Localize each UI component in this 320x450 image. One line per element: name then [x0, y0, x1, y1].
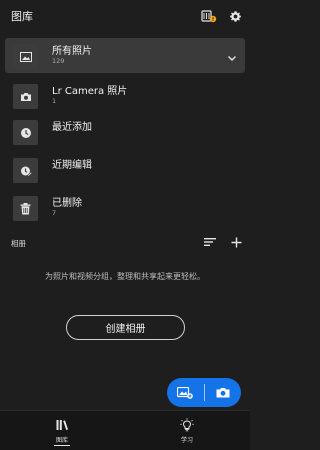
album-all-photos[interactable]: 所有照片 129: [5, 38, 245, 73]
gear-icon[interactable]: [226, 7, 244, 25]
trash-icon: [13, 196, 38, 221]
album-label: 近期编辑: [52, 160, 92, 171]
floating-action-button: [167, 378, 241, 407]
page-title: 图库: [11, 10, 33, 23]
nav-item-learn[interactable]: 学习: [157, 411, 217, 450]
album-count: 1: [52, 97, 57, 105]
album-label: 已删除: [52, 198, 82, 209]
empty-state-text: 为照片和视频分组，整理和共享起来更轻松。: [45, 272, 205, 281]
edit-icon: [13, 158, 38, 183]
album-recently-added[interactable]: 最近添加: [5, 114, 245, 149]
photo-icon: [13, 44, 38, 69]
album-count: 129: [52, 57, 65, 65]
bottom-nav: 图库 学习: [0, 410, 250, 450]
album-label: 所有照片: [52, 46, 92, 57]
create-album-button[interactable]: 创建相册: [66, 315, 185, 340]
camera-icon[interactable]: [205, 378, 241, 407]
top-bar: 图库: [0, 0, 250, 32]
active-tab-indicator: [54, 444, 70, 446]
album-lr-camera[interactable]: Lr Camera 照片 1: [5, 78, 245, 113]
nav-label: 学习: [180, 437, 193, 444]
nav-label: 图库: [55, 437, 68, 444]
chevron-down-icon[interactable]: [226, 49, 238, 61]
album-deleted[interactable]: 已删除 7: [5, 190, 245, 225]
plus-icon[interactable]: [229, 235, 243, 249]
album-label: Lr Camera 照片: [52, 86, 128, 97]
section-title: 相册: [11, 239, 26, 248]
album-count: 7: [52, 209, 57, 217]
lightbulb-icon: [180, 418, 194, 432]
camera-icon: [13, 84, 38, 109]
sort-icon[interactable]: [203, 235, 217, 249]
clock-icon: [13, 120, 38, 145]
add-photos-icon[interactable]: [167, 378, 203, 407]
album-recently-edited[interactable]: 近期编辑: [5, 152, 245, 187]
library-icon: [55, 418, 69, 432]
cloud-sync-icon[interactable]: [200, 7, 218, 25]
nav-item-library[interactable]: 图库: [32, 411, 92, 450]
album-label: 最近添加: [52, 122, 92, 133]
